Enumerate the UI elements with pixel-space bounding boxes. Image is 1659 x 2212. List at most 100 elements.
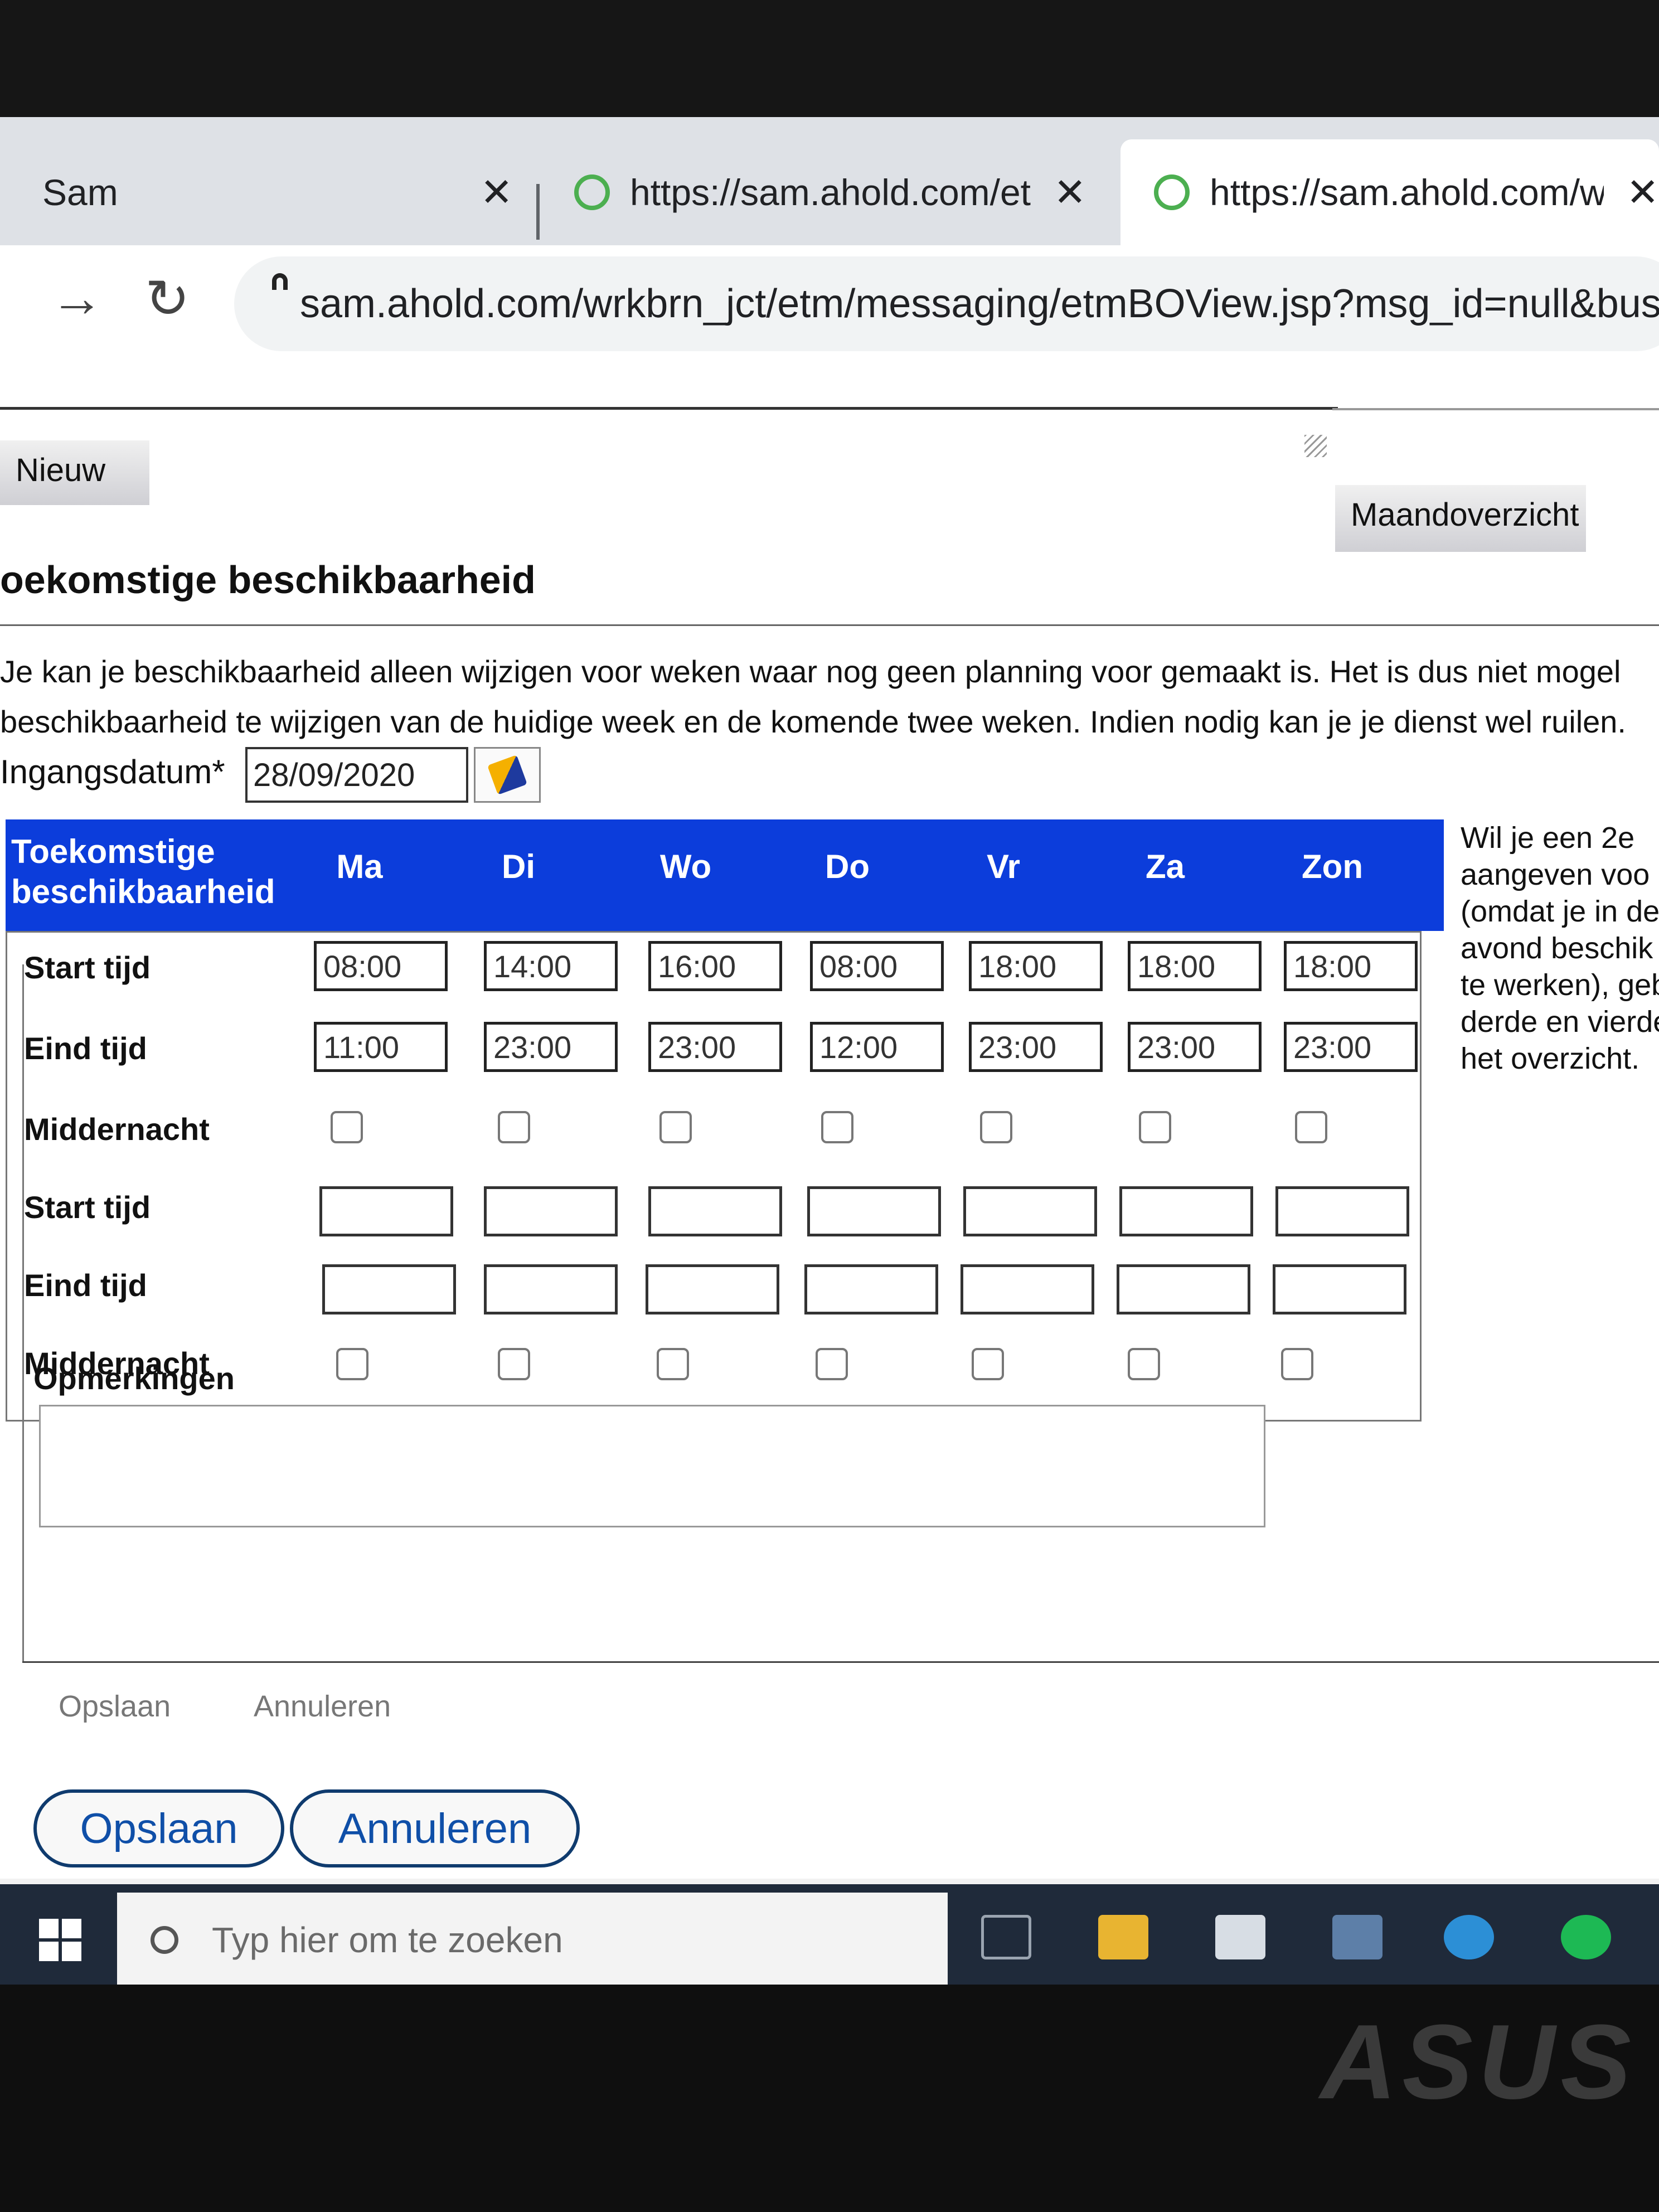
tab-separator — [536, 184, 540, 240]
tab-label: Sam — [42, 172, 118, 213]
end-time-2-vr[interactable] — [961, 1264, 1094, 1314]
day-header-do: Do — [825, 848, 870, 885]
end-time-vr[interactable] — [969, 1022, 1103, 1072]
row-label-start-1: Start tijd — [24, 950, 151, 985]
taskbar-search-box[interactable]: Typ hier om te zoeken — [117, 1893, 948, 1987]
start-time-2-wo[interactable] — [648, 1186, 782, 1236]
top-divider — [0, 407, 1338, 410]
start-time-vr[interactable] — [969, 941, 1103, 991]
start-time-2-di[interactable] — [484, 1186, 618, 1236]
start-time-2-zon[interactable] — [1275, 1186, 1409, 1236]
midnight-2-checkbox-ma[interactable] — [336, 1348, 368, 1380]
tab-sam[interactable]: Sam ✕ — [0, 139, 513, 245]
save-button[interactable]: Opslaan — [33, 1789, 284, 1867]
remarks-label: Opmerkingen — [33, 1361, 235, 1396]
tab-close-icon[interactable]: ✕ — [1626, 169, 1659, 215]
end-time-2-ma[interactable] — [322, 1264, 456, 1314]
side-note-line: (omdat je in de — [1461, 895, 1659, 928]
month-overview-button[interactable]: Maandoverzicht — [1335, 485, 1586, 552]
tab-wrk-active[interactable]: https://sam.ahold.com/wrk ✕ — [1120, 139, 1659, 245]
remarks-frame — [22, 964, 24, 1661]
title-divider — [0, 624, 1659, 626]
header-title-line-1: Toekomstige — [11, 833, 215, 870]
availability-header-title: Toekomstige beschikbaarheid — [11, 832, 275, 912]
header-title-line-2: beschikbaarheid — [11, 873, 275, 910]
info-line-2: beschikbaarheid te wijzigen van de huidi… — [0, 704, 1626, 739]
start-time-do[interactable] — [810, 941, 944, 991]
browser-toolbar: → ↻ sam.ahold.com/wrkbrn_jct/etm/messagi… — [0, 245, 1659, 363]
start-time-2-za[interactable] — [1119, 1186, 1253, 1236]
end-time-do[interactable] — [810, 1022, 944, 1072]
new-button[interactable]: Nieuw — [0, 440, 149, 505]
midnight-checkbox-wo[interactable] — [659, 1111, 692, 1143]
screen: Sam ✕ https://sam.ahold.com/etm ✕ https:… — [0, 117, 1659, 1990]
remarks-textarea[interactable] — [39, 1405, 1265, 1527]
side-note-line: te werken), geb — [1461, 968, 1659, 1002]
midnight-2-checkbox-wo[interactable] — [657, 1348, 689, 1380]
row-label-midnight-1: Middernacht — [24, 1112, 210, 1147]
start-time-za[interactable] — [1128, 941, 1262, 991]
start-date-input[interactable] — [245, 747, 468, 803]
start-time-zon[interactable] — [1284, 941, 1418, 991]
midnight-checkbox-zon[interactable] — [1295, 1111, 1327, 1143]
midnight-2-checkbox-do[interactable] — [816, 1348, 848, 1380]
midnight-2-checkbox-za[interactable] — [1128, 1348, 1160, 1380]
form-bottom-divider — [22, 1661, 1659, 1663]
ahold-favicon-icon — [574, 174, 610, 210]
reload-icon[interactable]: ↻ — [145, 268, 190, 330]
day-header-ma: Ma — [336, 848, 383, 885]
day-header-wo: Wo — [659, 848, 712, 885]
calendar-picker-button[interactable] — [474, 747, 541, 803]
end-time-2-zon[interactable] — [1273, 1264, 1406, 1314]
start-time-2-do[interactable] — [807, 1186, 941, 1236]
resize-grip-icon[interactable] — [1304, 435, 1327, 457]
calendar-icon — [487, 755, 527, 795]
end-time-zon[interactable] — [1284, 1022, 1418, 1072]
availability-grid: Start tijd Eind tijd Middernacht Start t… — [6, 931, 1422, 1422]
store-icon[interactable] — [1215, 1915, 1265, 1959]
midnight-2-checkbox-zon[interactable] — [1281, 1348, 1313, 1380]
midnight-2-checkbox-vr[interactable] — [972, 1348, 1004, 1380]
cancel-button[interactable]: Annuleren — [290, 1789, 580, 1867]
row-label-end-2: Eind tijd — [24, 1268, 147, 1303]
side-note: Wil je een 2e aangeven voo (omdat je in … — [1461, 819, 1659, 1077]
windows-start-icon[interactable] — [39, 1919, 81, 1961]
start-time-ma[interactable] — [314, 941, 448, 991]
end-time-2-za[interactable] — [1117, 1264, 1250, 1314]
availability-header: Toekomstige beschikbaarheid Ma Di Wo Do … — [6, 819, 1444, 931]
end-time-2-wo[interactable] — [646, 1264, 779, 1314]
midnight-checkbox-vr[interactable] — [980, 1111, 1012, 1143]
midnight-checkbox-ma[interactable] — [331, 1111, 363, 1143]
forward-arrow-icon[interactable]: → — [50, 268, 104, 329]
info-line-1: Je kan je beschikbaarheid alleen wijzige… — [0, 654, 1621, 689]
midnight-2-checkbox-di[interactable] — [498, 1348, 530, 1380]
side-note-line: het overzicht. — [1461, 1042, 1640, 1075]
midnight-checkbox-do[interactable] — [821, 1111, 853, 1143]
edge-icon[interactable] — [1444, 1915, 1494, 1959]
side-note-line: aangeven voo — [1461, 858, 1650, 891]
tab-close-icon[interactable]: ✕ — [480, 169, 513, 215]
end-time-wo[interactable] — [648, 1022, 782, 1072]
cancel-link[interactable]: Annuleren — [254, 1689, 391, 1724]
start-time-di[interactable] — [484, 941, 618, 991]
start-time-2-ma[interactable] — [319, 1186, 453, 1236]
day-header-di: Di — [502, 848, 535, 885]
midnight-checkbox-di[interactable] — [498, 1111, 530, 1143]
tab-close-icon[interactable]: ✕ — [1054, 169, 1086, 215]
start-time-2-vr[interactable] — [963, 1186, 1097, 1236]
task-view-icon[interactable] — [981, 1915, 1031, 1959]
end-time-2-di[interactable] — [484, 1264, 618, 1314]
spotify-icon[interactable] — [1561, 1915, 1611, 1959]
monitor-bezel-top — [0, 0, 1659, 128]
start-time-wo[interactable] — [648, 941, 782, 991]
end-time-za[interactable] — [1128, 1022, 1262, 1072]
save-link[interactable]: Opslaan — [59, 1689, 171, 1724]
midnight-checkbox-za[interactable] — [1139, 1111, 1171, 1143]
mail-icon[interactable] — [1332, 1915, 1382, 1959]
address-bar[interactable]: sam.ahold.com/wrkbrn_jct/etm/messaging/e… — [234, 256, 1659, 351]
file-explorer-icon[interactable] — [1098, 1915, 1148, 1959]
end-time-di[interactable] — [484, 1022, 618, 1072]
end-time-2-do[interactable] — [804, 1264, 938, 1314]
tab-etm[interactable]: https://sam.ahold.com/etm ✕ — [574, 139, 1098, 245]
end-time-ma[interactable] — [314, 1022, 448, 1072]
